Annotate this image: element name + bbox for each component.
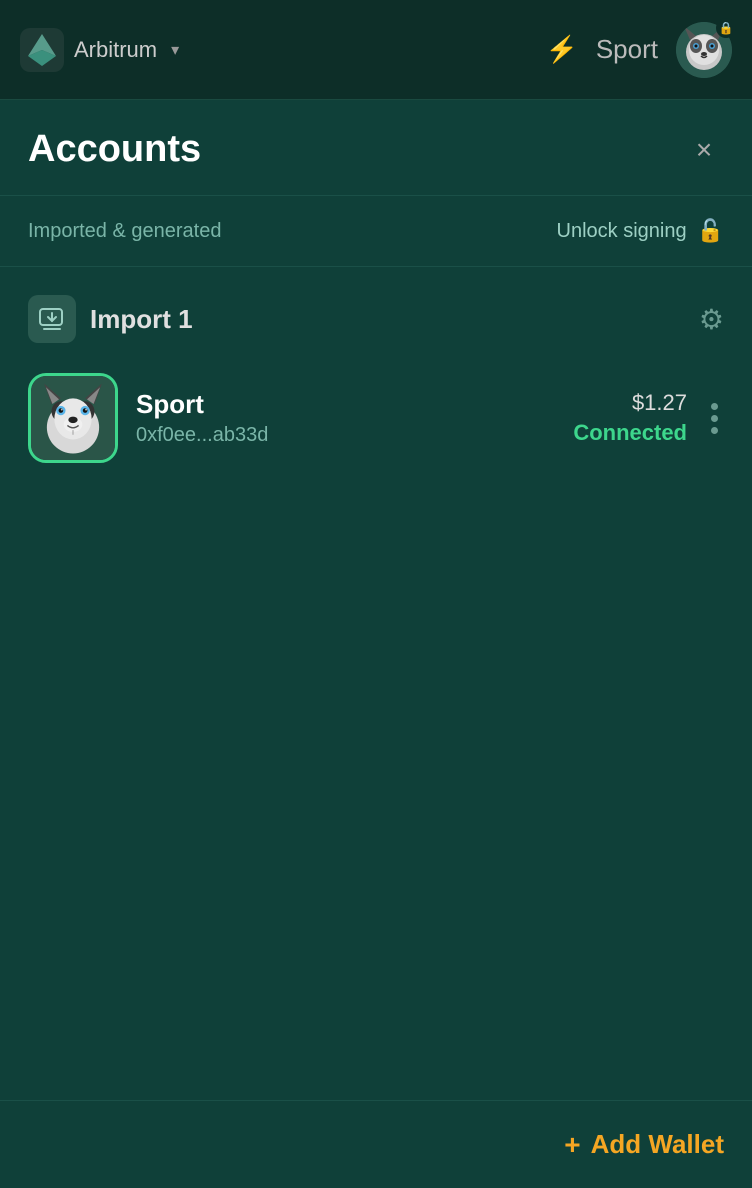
filter-bar: Imported & generated Unlock signing 🔓 bbox=[0, 196, 752, 267]
top-nav: Arbitrum ▾ ⚡ Sport bbox=[0, 0, 752, 100]
nav-right: ⚡ Sport bbox=[545, 22, 732, 78]
chevron-down-icon[interactable]: ▾ bbox=[171, 40, 179, 60]
dot-1 bbox=[711, 403, 718, 410]
lock-icon: 🔒 bbox=[716, 18, 736, 38]
nav-left: Arbitrum ▾ bbox=[20, 28, 179, 72]
import-group-left: Import 1 bbox=[28, 295, 193, 343]
accounts-panel: Accounts × Imported & generated Unlock s… bbox=[0, 100, 752, 1188]
bottom-bar: + Add Wallet bbox=[0, 1100, 752, 1188]
network-label[interactable]: Arbitrum bbox=[74, 37, 157, 63]
account-name: Sport bbox=[136, 389, 555, 420]
dot-2 bbox=[711, 415, 718, 422]
unlock-icon: 🔓 bbox=[697, 218, 724, 244]
import-group-name: Import 1 bbox=[90, 304, 193, 335]
add-wallet-button[interactable]: + Add Wallet bbox=[564, 1129, 724, 1161]
account-more-button[interactable] bbox=[705, 403, 724, 434]
account-address: 0xf0ee...ab33d bbox=[136, 424, 555, 447]
sport-nav-label[interactable]: Sport bbox=[596, 34, 658, 65]
import-wallet-icon bbox=[38, 305, 66, 333]
accounts-title: Accounts bbox=[28, 128, 201, 171]
import-group: Import 1 ⚙ bbox=[0, 267, 752, 473]
lightning-icon[interactable]: ⚡ bbox=[545, 34, 577, 65]
account-row[interactable]: Sport 0xf0ee...ab33d $1.27 Connected bbox=[28, 363, 724, 473]
account-balance: $1.27 bbox=[632, 390, 687, 416]
account-status: $1.27 Connected bbox=[573, 390, 687, 446]
unlock-signing-label: Unlock signing bbox=[557, 220, 687, 243]
filter-label: Imported & generated bbox=[28, 220, 221, 243]
avatar-container[interactable]: 🔒 bbox=[676, 22, 732, 78]
import-group-header: Import 1 ⚙ bbox=[28, 295, 724, 343]
accounts-header: Accounts × bbox=[0, 100, 752, 196]
account-avatar-icon bbox=[31, 376, 115, 460]
arbitrum-logo-icon bbox=[20, 28, 64, 72]
account-avatar bbox=[28, 373, 118, 463]
gear-icon[interactable]: ⚙ bbox=[699, 303, 724, 336]
dot-3 bbox=[711, 427, 718, 434]
account-info: Sport 0xf0ee...ab33d bbox=[136, 389, 555, 447]
close-button[interactable]: × bbox=[684, 130, 724, 170]
unlock-signing-button[interactable]: Unlock signing 🔓 bbox=[557, 218, 724, 244]
plus-icon: + bbox=[564, 1129, 580, 1161]
account-connected-status: Connected bbox=[573, 420, 687, 446]
add-wallet-label: Add Wallet bbox=[591, 1129, 724, 1160]
import-icon bbox=[28, 295, 76, 343]
